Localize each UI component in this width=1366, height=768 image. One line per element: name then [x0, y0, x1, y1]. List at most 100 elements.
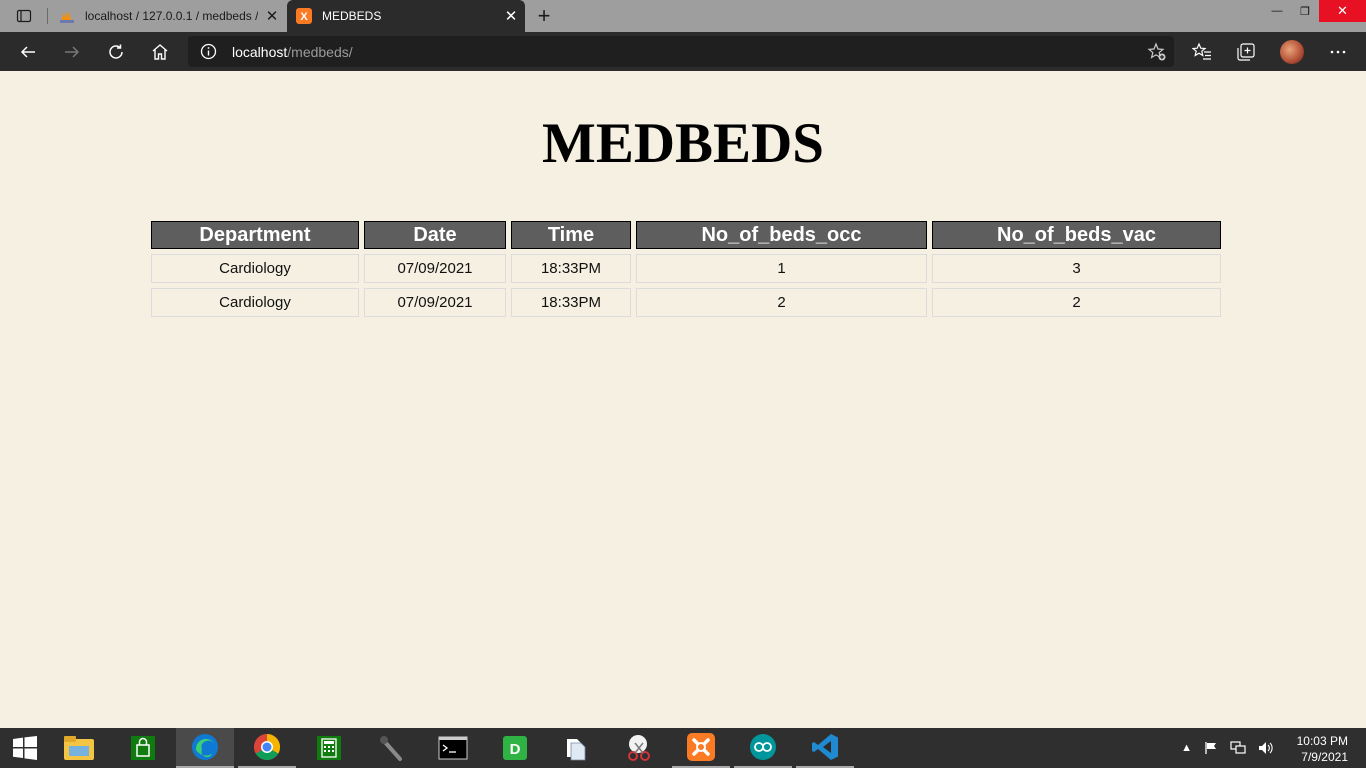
show-hidden-icons-icon[interactable]: ▲ — [1181, 742, 1192, 754]
more-dots-icon — [1330, 50, 1346, 53]
cmd-icon — [438, 736, 468, 760]
column-header-beds-vacant: No_of_beds_vac — [932, 221, 1221, 249]
table-row: Cardiology 07/09/2021 18:33PM 1 3 — [151, 254, 1221, 283]
address-bar[interactable]: localhost/medbeds/ — [188, 36, 1174, 67]
medbeds-table: Department Date Time No_of_beds_occ No_o… — [146, 216, 1226, 322]
favorites-icon — [1192, 41, 1211, 60]
tab-medbeds[interactable]: X MEDBEDS ✕ — [287, 0, 525, 32]
collections-button[interactable] — [1228, 32, 1264, 71]
start-button[interactable] — [0, 728, 50, 768]
table-cell: 18:33PM — [511, 254, 631, 283]
taskbar-xampp[interactable] — [672, 728, 730, 768]
windows-logo-icon — [13, 736, 37, 760]
close-tab-icon[interactable]: ✕ — [497, 0, 525, 32]
home-icon — [152, 43, 168, 60]
action-flag-icon[interactable] — [1204, 741, 1218, 755]
column-header-date: Date — [364, 221, 506, 249]
window-close-icon[interactable]: ✕ — [1319, 0, 1366, 22]
new-tab-button[interactable]: + — [530, 0, 558, 32]
back-arrow-icon — [20, 45, 35, 58]
home-button[interactable] — [142, 32, 178, 71]
clock-date: 7/9/2021 — [1301, 750, 1348, 764]
add-favorite-button[interactable] — [1146, 41, 1168, 63]
table-cell: 18:33PM — [511, 288, 631, 317]
tab-separator — [47, 8, 48, 24]
restore-icon[interactable]: ❐ — [1291, 0, 1319, 22]
taskbar: D ▲ 10:03 PM 7/9/2021 — [0, 728, 1366, 768]
page-title: MEDBEDS — [542, 112, 824, 175]
taskbar-command-prompt[interactable] — [424, 728, 482, 768]
profile-button[interactable] — [1274, 32, 1310, 71]
xampp-icon — [687, 733, 715, 761]
taskbar-chrome[interactable] — [238, 728, 296, 768]
url-text: localhost/medbeds/ — [232, 44, 353, 60]
forward-arrow-icon — [65, 45, 80, 58]
table-cell: 3 — [932, 254, 1221, 283]
calculator-icon — [317, 736, 341, 760]
table-cell: 07/09/2021 — [364, 288, 506, 317]
star-add-icon — [1147, 42, 1166, 61]
taskbar-dbeaver[interactable]: D — [486, 728, 544, 768]
settings-menu-button[interactable] — [1320, 32, 1356, 71]
close-tab-icon[interactable]: ✕ — [258, 0, 286, 32]
url-path: /medbeds/ — [287, 44, 353, 60]
table-cell: 2 — [636, 288, 927, 317]
taskbar-edge[interactable] — [176, 728, 234, 768]
table-cell: Cardiology — [151, 254, 359, 283]
minimize-icon[interactable]: — — [1263, 0, 1291, 22]
vscode-icon — [812, 734, 838, 760]
svg-text:D: D — [510, 741, 521, 758]
phpmyadmin-icon — [60, 11, 74, 23]
taskbar-store[interactable] — [114, 728, 172, 768]
store-icon — [131, 736, 155, 760]
files-icon — [567, 739, 586, 761]
table-cell: Cardiology — [151, 288, 359, 317]
table-row: Cardiology 07/09/2021 18:33PM 2 2 — [151, 288, 1221, 317]
tab-strip: localhost / 127.0.0.1 / medbeds / ✕ X ME… — [0, 0, 1366, 32]
tab-title: localhost / 127.0.0.1 / medbeds / — [85, 9, 258, 23]
xampp-icon: X — [296, 8, 312, 24]
system-tray: ▲ — [1181, 728, 1274, 768]
dbeaver-icon: D — [503, 736, 527, 760]
browser-toolbar: localhost/medbeds/ — [0, 32, 1366, 71]
table-header-row: Department Date Time No_of_beds_occ No_o… — [151, 221, 1221, 249]
chrome-icon — [253, 733, 281, 761]
tab-actions-icon — [16, 9, 32, 23]
snipping-tool-icon — [628, 735, 650, 761]
forward-button[interactable] — [54, 32, 90, 71]
tab-actions-button[interactable] — [8, 0, 40, 32]
file-explorer-icon — [64, 736, 94, 760]
avatar — [1280, 39, 1304, 64]
network-icon[interactable] — [1230, 741, 1246, 755]
taskbar-calculator[interactable] — [300, 728, 358, 768]
mic-icon — [380, 736, 402, 761]
column-header-beds-occupied: No_of_beds_occ — [636, 221, 927, 249]
table-cell: 2 — [932, 288, 1221, 317]
site-info-icon[interactable] — [200, 43, 217, 60]
page-content: MEDBEDS Department Date Time No_of_beds_… — [0, 71, 1366, 728]
clock-time: 10:03 PM — [1296, 734, 1348, 748]
taskbar-file-explorer[interactable] — [50, 728, 108, 768]
taskbar-arduino[interactable] — [734, 728, 792, 768]
taskbar-vscode[interactable] — [796, 728, 854, 768]
table-cell: 1 — [636, 254, 927, 283]
taskbar-snipping-tool[interactable] — [610, 728, 668, 768]
refresh-icon — [109, 44, 123, 59]
edge-icon — [192, 734, 218, 760]
favorites-button[interactable] — [1184, 32, 1220, 71]
refresh-button[interactable] — [98, 32, 134, 71]
url-host: localhost — [232, 44, 288, 60]
column-header-department: Department — [151, 221, 359, 249]
tab-title: MEDBEDS — [322, 9, 382, 23]
back-button[interactable] — [10, 32, 46, 71]
taskbar-clock[interactable]: 10:03 PM 7/9/2021 — [1297, 733, 1348, 765]
taskbar-microphone[interactable] — [362, 728, 420, 768]
window-controls: — ❐ ✕ — [1263, 0, 1366, 22]
arduino-icon — [750, 734, 776, 760]
svg-text:X: X — [300, 11, 308, 23]
taskbar-files[interactable] — [548, 728, 606, 768]
tab-phpmyadmin[interactable]: localhost / 127.0.0.1 / medbeds / ✕ — [50, 0, 286, 32]
column-header-time: Time — [511, 221, 631, 249]
table-cell: 07/09/2021 — [364, 254, 506, 283]
volume-icon[interactable] — [1258, 741, 1274, 755]
